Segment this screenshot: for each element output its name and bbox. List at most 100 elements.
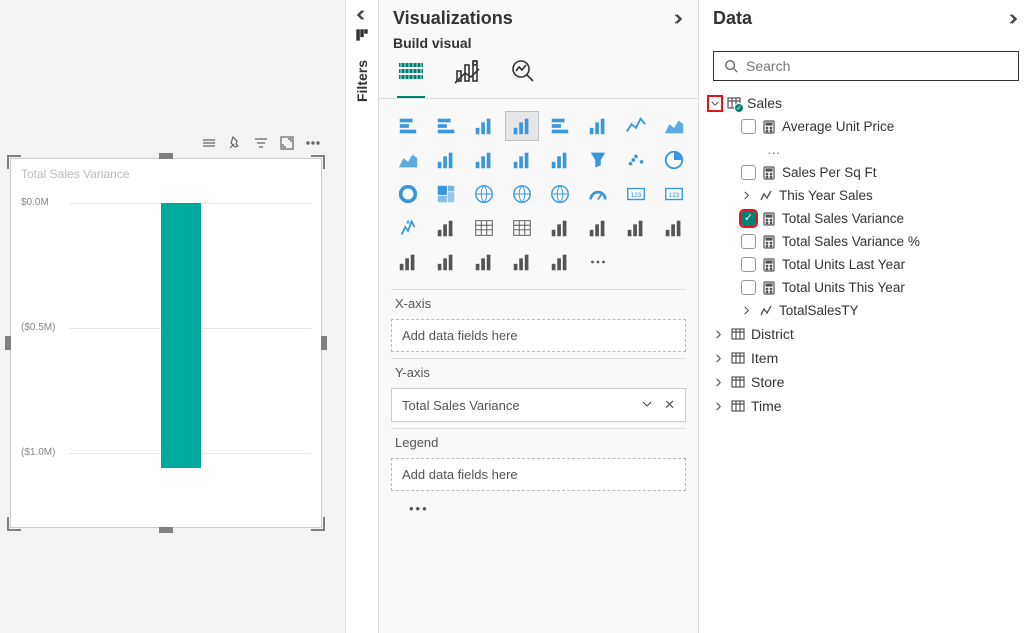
viz-type-paginated[interactable] xyxy=(467,247,501,277)
search-icon xyxy=(724,59,738,73)
viz-type-funnel[interactable] xyxy=(581,145,615,175)
tab-build-visual[interactable] xyxy=(397,57,425,98)
field-average-unit-price[interactable]: Average Unit Price xyxy=(707,115,1025,138)
legend-label: Legend xyxy=(391,428,686,452)
viz-type-key-influencers[interactable] xyxy=(619,213,653,243)
table-item[interactable]: Item xyxy=(707,346,1025,370)
field-totalsalesty[interactable]: TotalSalesTY xyxy=(707,299,1025,322)
viz-type-r-visual[interactable] xyxy=(543,213,577,243)
visualization-gallery: 123 123 xyxy=(379,99,698,285)
field-total-units-this-year[interactable]: Total Units This Year xyxy=(707,276,1025,299)
viz-type-slicer[interactable] xyxy=(429,213,463,243)
viz-type-line[interactable] xyxy=(619,111,653,141)
viz-type-narrative[interactable] xyxy=(429,247,463,277)
viz-type-map[interactable] xyxy=(467,179,501,209)
field-total-sales-variance-%[interactable]: Total Sales Variance % xyxy=(707,230,1025,253)
search-input[interactable] xyxy=(713,51,1019,81)
viz-type-python-visual[interactable] xyxy=(581,213,615,243)
expand-icon[interactable] xyxy=(355,8,369,22)
viz-type-area[interactable] xyxy=(657,111,691,141)
field-label: Sales Per Sq Ft xyxy=(782,165,877,180)
search-field[interactable] xyxy=(746,58,1008,74)
viz-type-line-stacked-column[interactable] xyxy=(429,145,463,175)
table-icon: ✓ xyxy=(727,96,741,110)
viz-type-donut[interactable] xyxy=(391,179,425,209)
field-this-year-sales[interactable]: This Year Sales xyxy=(707,184,1025,207)
viz-type-gauge[interactable] xyxy=(581,179,615,209)
legend-well[interactable]: Add data fields here xyxy=(391,458,686,491)
viz-type-matrix[interactable] xyxy=(505,213,539,243)
viz-type-stacked-bar-100[interactable] xyxy=(543,111,577,141)
expand-toggle-icon[interactable] xyxy=(713,329,725,340)
viz-type-card[interactable]: 123 xyxy=(619,179,653,209)
table-time[interactable]: Time xyxy=(707,394,1025,418)
calc-icon xyxy=(762,166,776,180)
focus-icon[interactable] xyxy=(279,135,295,151)
more-wells-icon[interactable]: ••• xyxy=(391,497,686,520)
viz-type-stacked-column[interactable] xyxy=(467,111,501,141)
visual-card[interactable]: Total Sales Variance $0.0M ($0.5M) ($1.0… xyxy=(10,158,322,528)
field-checkbox[interactable] xyxy=(741,234,756,249)
expand-toggle-icon[interactable] xyxy=(741,305,753,316)
chart-bar[interactable] xyxy=(161,203,201,468)
viz-type-waterfall[interactable] xyxy=(543,145,577,175)
drag-icon[interactable] xyxy=(201,135,217,151)
field-checkbox[interactable] xyxy=(741,165,756,180)
field-total-sales-variance[interactable]: Total Sales Variance xyxy=(707,207,1025,230)
chart: $0.0M ($0.5M) ($1.0M) xyxy=(21,183,311,483)
collapse-icon[interactable] xyxy=(670,12,684,26)
field-checkbox[interactable] xyxy=(741,257,756,272)
viz-type-filled-map[interactable] xyxy=(505,179,539,209)
svg-text:123: 123 xyxy=(631,192,642,199)
viz-type-qa[interactable] xyxy=(391,247,425,277)
y-tick: $0.0M xyxy=(21,197,49,208)
expand-toggle-icon[interactable] xyxy=(713,401,725,412)
field-checkbox[interactable] xyxy=(741,119,756,134)
field-sales-per-sq-ft[interactable]: Sales Per Sq Ft xyxy=(707,161,1025,184)
pin-icon[interactable] xyxy=(227,135,243,151)
viz-type-stacked-column-100[interactable] xyxy=(581,111,615,141)
table-sales[interactable]: ✓ Sales xyxy=(707,91,1025,115)
chevron-down-icon[interactable] xyxy=(642,399,652,409)
viz-type-decomposition[interactable] xyxy=(657,213,691,243)
more-indicator[interactable]: … xyxy=(707,138,1025,161)
viz-type-kpi[interactable] xyxy=(391,213,425,243)
field-checkbox[interactable] xyxy=(741,211,756,226)
viz-type-stacked-area[interactable] xyxy=(391,145,425,175)
field-checkbox[interactable] xyxy=(741,280,756,295)
tab-analytics[interactable] xyxy=(509,57,537,98)
viz-type-power-automate[interactable] xyxy=(543,247,577,277)
remove-field-icon[interactable]: ✕ xyxy=(664,397,675,412)
report-canvas[interactable]: Total Sales Variance $0.0M ($0.5M) ($1.0… xyxy=(0,0,345,633)
table-label: Sales xyxy=(747,95,782,111)
expand-toggle-icon[interactable] xyxy=(741,190,753,201)
viz-type-table[interactable] xyxy=(467,213,501,243)
viz-type-azure-map[interactable] xyxy=(543,179,577,209)
tab-format[interactable] xyxy=(453,57,481,98)
xaxis-well[interactable]: Add data fields here xyxy=(391,319,686,352)
viz-type-clustered-column[interactable] xyxy=(505,111,539,141)
filter-icon[interactable] xyxy=(253,135,269,151)
table-store[interactable]: Store xyxy=(707,370,1025,394)
expand-toggle-icon[interactable] xyxy=(709,97,721,110)
xaxis-label: X-axis xyxy=(391,289,686,313)
viz-type-stacked-bar[interactable] xyxy=(391,111,425,141)
collapse-icon[interactable] xyxy=(1005,12,1019,26)
expand-toggle-icon[interactable] xyxy=(713,353,725,364)
viz-type-scatter[interactable] xyxy=(619,145,653,175)
yaxis-well[interactable]: Total Sales Variance ✕ xyxy=(391,388,686,422)
viz-type-more[interactable] xyxy=(581,247,615,277)
viz-type-ribbon[interactable] xyxy=(505,145,539,175)
viz-type-pie[interactable] xyxy=(657,145,691,175)
viz-type-line-clustered-column[interactable] xyxy=(467,145,501,175)
expand-toggle-icon[interactable] xyxy=(713,377,725,388)
table-district[interactable]: District xyxy=(707,322,1025,346)
field-label: Total Sales Variance xyxy=(782,211,904,226)
viz-type-clustered-bar[interactable] xyxy=(429,111,463,141)
viz-type-treemap[interactable] xyxy=(429,179,463,209)
filters-pane-collapsed[interactable]: Filters xyxy=(345,0,379,633)
field-total-units-last-year[interactable]: Total Units Last Year xyxy=(707,253,1025,276)
viz-type-power-apps[interactable] xyxy=(505,247,539,277)
viz-type-multi-card[interactable]: 123 xyxy=(657,179,691,209)
more-icon[interactable] xyxy=(305,135,321,151)
